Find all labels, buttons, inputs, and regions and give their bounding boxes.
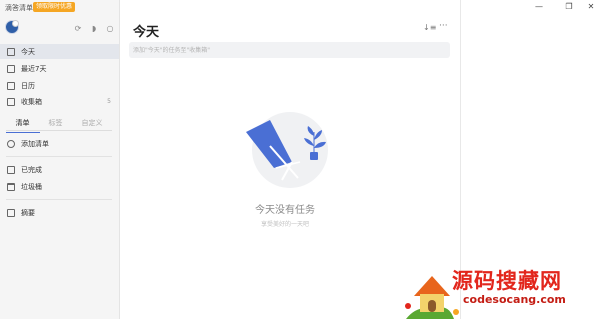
watermark-url: codesocang.com (463, 293, 566, 306)
bell-icon[interactable]: ◗ (89, 24, 99, 34)
tab-custom[interactable]: 自定义 (80, 118, 105, 130)
sidebar-item-trash[interactable]: 垃圾桶 (0, 179, 119, 194)
list-tabs: 清单 标签 自定义 (5, 118, 112, 133)
checkbox-icon (7, 165, 15, 174)
house-roof (414, 276, 450, 296)
sidebar-item-calendar[interactable]: 日历 (0, 78, 119, 93)
plus-icon (7, 139, 15, 148)
flower (453, 309, 459, 315)
add-list-button[interactable]: 添加清单 (0, 136, 119, 151)
page-title: 今天 (133, 25, 160, 40)
sidebar-item-today[interactable]: 今天 (0, 44, 119, 59)
house-door (428, 300, 436, 312)
sidebar-item-label: 摘要 (21, 208, 35, 217)
close-icon[interactable]: ✕ (582, 1, 600, 13)
tab-tags[interactable]: 标签 (47, 118, 65, 130)
empty-state-subtitle: 享受美好的一天吧 (260, 221, 309, 228)
divider (6, 156, 112, 157)
app-title: 滴答清单 (5, 4, 33, 12)
maximize-icon[interactable]: ❐ (560, 1, 578, 13)
add-list-label: 添加清单 (21, 139, 49, 148)
plant-pot (310, 152, 318, 160)
divider (6, 199, 112, 200)
empty-state-title: 今天没有任务 (255, 205, 315, 216)
summary-icon (7, 208, 15, 217)
inbox-count: 5 (107, 98, 111, 105)
empty-state-illustration (246, 112, 328, 188)
calendar-today-icon (7, 47, 15, 56)
calendar-icon (7, 81, 15, 90)
add-task-input[interactable] (129, 42, 450, 58)
sync-icon[interactable]: ⟳ (73, 24, 83, 34)
sidebar-item-label: 今天 (21, 47, 35, 56)
more-icon[interactable]: ··· (439, 21, 448, 31)
search-icon[interactable]: ○ (105, 24, 115, 34)
sidebar-item-label: 已完成 (21, 165, 42, 174)
tab-divider (6, 130, 112, 131)
sort-icon[interactable]: ↓≡ (423, 23, 436, 32)
avatar[interactable] (5, 20, 19, 34)
inbox-icon (7, 97, 15, 106)
sidebar-item-label: 最近7天 (21, 64, 47, 73)
sidebar-item-next-7-days[interactable]: 最近7天 (0, 61, 119, 76)
trash-icon (7, 182, 15, 191)
sidebar-item-summary[interactable]: 摘要 (0, 205, 119, 220)
sidebar-item-label: 垃圾桶 (21, 182, 42, 191)
sidebar-item-completed[interactable]: 已完成 (0, 162, 119, 177)
flower (405, 303, 411, 309)
calendar-week-icon (7, 64, 15, 73)
sidebar-item-label: 日历 (21, 81, 35, 90)
sidebar-item-label: 收集箱 (21, 97, 42, 106)
minimize-icon[interactable]: — (530, 1, 548, 13)
sidebar-item-inbox[interactable]: 收集箱 5 (0, 94, 119, 109)
promo-badge[interactable]: 领取限时优惠 (33, 2, 76, 12)
tab-lists[interactable]: 清单 (5, 118, 40, 133)
sidebar: 滴答清单 领取限时优惠 ⟳ ◗ ○ 今天 最近7天 日历 收集箱 5 清单 标签… (0, 0, 120, 319)
watermark-title: 源码搜藏网 (452, 269, 562, 293)
